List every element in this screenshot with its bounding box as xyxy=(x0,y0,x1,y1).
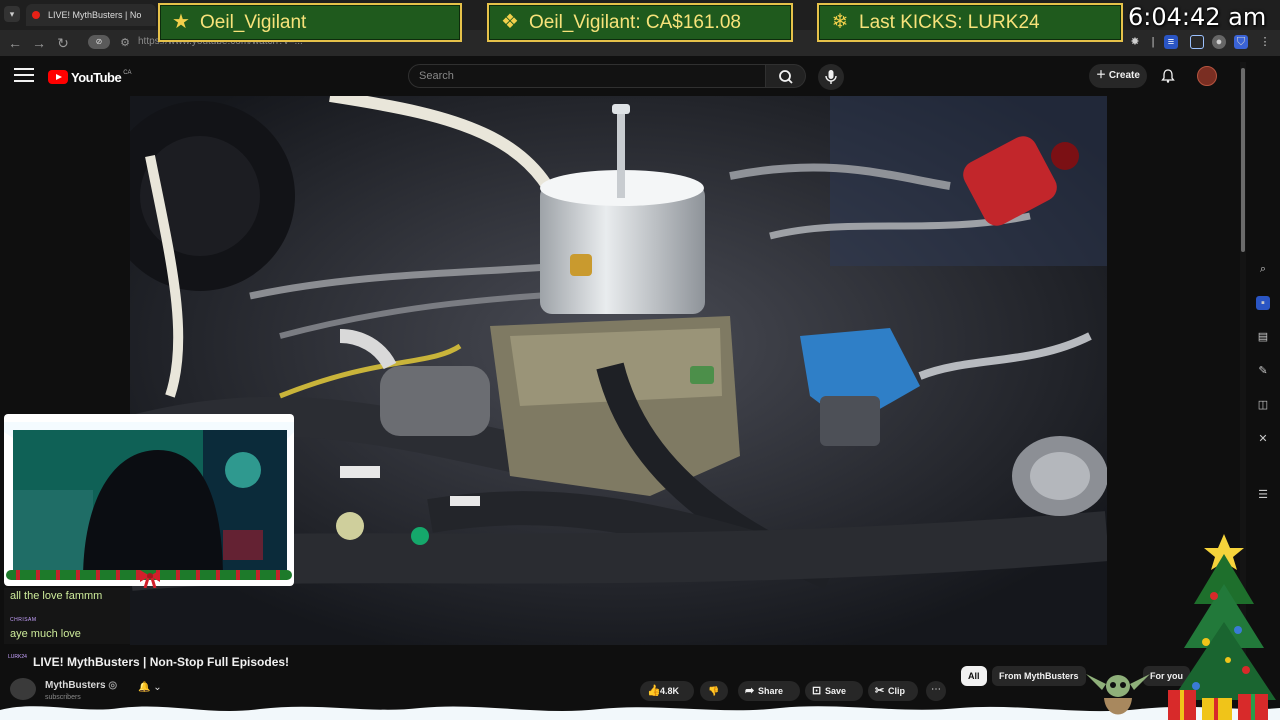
browser-menu-icon[interactable]: ⋮ xyxy=(1258,35,1272,49)
follower-alert-banner: ★ Oeil_Vigilant xyxy=(158,3,462,42)
stream-clock: 6:04:42 am xyxy=(1128,3,1267,31)
cash-icon: ❖ xyxy=(501,11,519,33)
tab-search-icon[interactable]: ▾ xyxy=(4,6,20,22)
chip-from-channel[interactable]: From MythBusters xyxy=(992,666,1086,686)
snowflake-icon: ❄ xyxy=(831,11,849,33)
browser-tab-title: LIVE! MythBusters | No xyxy=(48,10,142,20)
thumbs-down-icon: 👎 xyxy=(708,686,720,696)
like-count: 4.8K xyxy=(660,686,680,696)
reload-icon[interactable]: ↻ xyxy=(54,34,72,52)
channel-name[interactable]: MythBusters ◎ xyxy=(45,680,117,691)
notifications-bell-icon[interactable] xyxy=(1160,68,1176,84)
share-icon: ➦ xyxy=(745,685,755,697)
scissors-icon: ✂ xyxy=(875,685,885,697)
vpn-shield-icon[interactable]: ⛉ xyxy=(1234,35,1248,49)
thumbs-up-icon: 👍 xyxy=(647,685,661,697)
follower-alert-text: Oeil_Vigilant xyxy=(200,12,307,33)
edit-icon[interactable]: ✎ xyxy=(1256,364,1270,378)
save-label: Save xyxy=(825,686,847,696)
sidebar-toggle-icon[interactable] xyxy=(1190,35,1204,49)
bookmark-icon: ⊡ xyxy=(812,685,822,697)
ribbon-bow-icon xyxy=(140,570,160,588)
youtube-wordmark: YouTube xyxy=(71,69,122,85)
baby-yoda-decoration xyxy=(1086,674,1150,715)
browser-tab[interactable]: LIVE! MythBusters | No xyxy=(26,4,156,26)
share-button[interactable]: ➦ Share xyxy=(738,681,800,701)
search-button[interactable] xyxy=(766,64,806,88)
screen: ▾ LIVE! MythBusters | No ← → ↻ ⊘ ⚙ https… xyxy=(0,0,1280,720)
dislike-button[interactable]: 👎 xyxy=(700,681,728,701)
youtube-play-icon xyxy=(48,70,68,84)
chat-message: all the love fammm xyxy=(10,590,103,602)
subscription-notifications-button[interactable]: 🔔 ⌄ xyxy=(138,682,182,700)
back-icon[interactable]: ← xyxy=(6,34,24,52)
translate-icon[interactable]: ≡ xyxy=(1164,35,1178,49)
microphone-icon xyxy=(825,70,837,84)
kicks-alert-text: Last KICKS: LURK24 xyxy=(859,12,1040,33)
youtube-logo[interactable]: YouTube CA xyxy=(48,69,132,85)
like-button[interactable]: 👍 4.8K xyxy=(640,681,694,701)
chat-username: CHRISAM xyxy=(10,617,37,623)
profile-icon[interactable]: ● xyxy=(1212,35,1226,49)
webcam-feed xyxy=(13,430,287,580)
share-label: Share xyxy=(758,686,784,696)
search-icon xyxy=(779,70,793,84)
plus-icon: ＋ xyxy=(1096,70,1109,81)
menu-divider-icon: | xyxy=(1151,36,1155,48)
kicks-alert-banner: ❄ Last KICKS: LURK24 xyxy=(817,3,1123,42)
chip-all[interactable]: All xyxy=(961,666,987,686)
chat-message: aye much love xyxy=(10,628,81,640)
save-button[interactable]: ⊡ Save xyxy=(805,681,863,701)
live-recording-icon xyxy=(32,11,40,19)
guide-menu-icon[interactable] xyxy=(14,68,34,84)
search-panel-icon[interactable]: ⌕ xyxy=(1256,262,1270,276)
games-icon[interactable]: ◫ xyxy=(1256,398,1270,412)
chat-username: LURK24 xyxy=(8,654,27,660)
customize-icon[interactable]: ☰ xyxy=(1256,488,1270,502)
extension-icon[interactable]: ✸ xyxy=(1128,35,1142,49)
reader-icon[interactable]: ▤ xyxy=(1256,330,1270,344)
donation-alert-text: Oeil_Vigilant: CA$161.08 xyxy=(529,12,741,33)
voice-search-button[interactable] xyxy=(818,64,844,90)
site-settings-icon[interactable]: ⚙ xyxy=(116,34,134,52)
browser-side-panel: ⌕ ▪ ▤ ✎ ◫ ✕ ☰ xyxy=(1250,252,1278,522)
search-input[interactable]: Search xyxy=(408,64,766,88)
more-actions-button[interactable]: ⋯ xyxy=(926,681,946,701)
christmas-tree-decoration xyxy=(1168,534,1276,720)
donation-alert-banner: ❖ Oeil_Vigilant: CA$161.08 xyxy=(487,3,793,42)
scrollbar-thumb[interactable] xyxy=(1241,68,1245,252)
clip-label: Clip xyxy=(888,686,905,696)
bell-icon: 🔔 xyxy=(138,682,151,693)
video-title: LIVE! MythBusters | Non-Stop Full Episod… xyxy=(33,655,290,669)
more-icon: ⋯ xyxy=(931,684,941,695)
create-button[interactable]: ＋ Create xyxy=(1089,64,1147,88)
region-code: CA xyxy=(123,70,132,76)
create-label: Create xyxy=(1108,70,1140,81)
star-icon: ★ xyxy=(172,11,190,33)
site-info-icon[interactable]: ⊘ xyxy=(88,35,110,49)
channel-avatar[interactable] xyxy=(10,678,36,700)
forward-icon[interactable]: → xyxy=(30,34,48,52)
chevron-down-icon: ⌄ xyxy=(153,682,162,693)
verified-icon: ◎ xyxy=(108,680,118,691)
account-avatar[interactable] xyxy=(1197,66,1217,86)
channel-name-text: MythBusters xyxy=(45,680,106,691)
webcam-frame xyxy=(4,414,294,586)
tools-icon[interactable]: ✕ xyxy=(1256,432,1270,446)
clip-button[interactable]: ✂ Clip xyxy=(868,681,918,701)
chat-panel-icon[interactable]: ▪ xyxy=(1256,296,1270,310)
